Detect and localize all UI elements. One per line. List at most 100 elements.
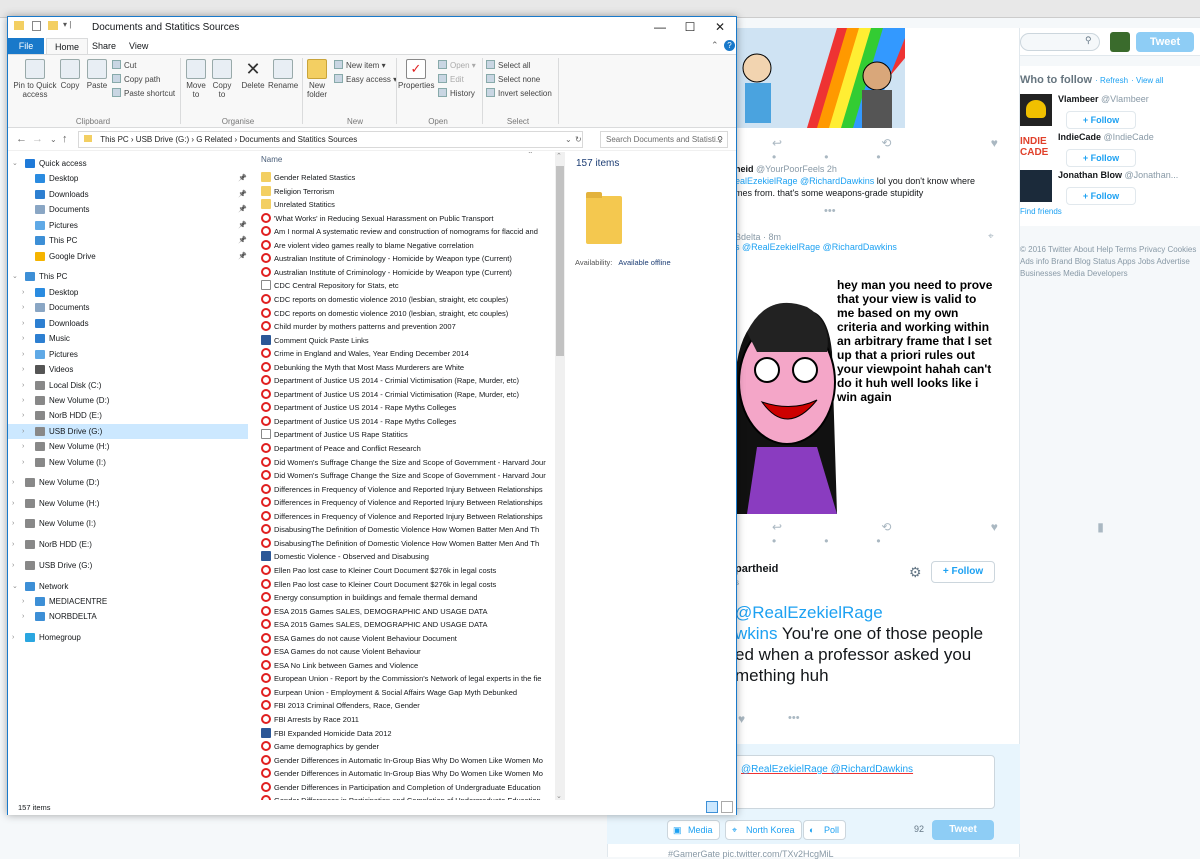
chevron-right-icon[interactable]: › bbox=[22, 316, 24, 331]
file-row[interactable]: ESA Games do not cause Violent Behaviour bbox=[261, 645, 551, 658]
new-folder-button[interactable]: New folder bbox=[306, 59, 328, 99]
nav-item[interactable]: › New Volume (I:) bbox=[8, 516, 248, 531]
pin-icon[interactable]: 📌 bbox=[238, 187, 247, 202]
nav-item[interactable]: Downloads 📌 bbox=[8, 187, 248, 202]
nav-item[interactable]: › New Volume (D:) bbox=[8, 475, 248, 490]
large-icons-view-icon[interactable] bbox=[721, 801, 733, 813]
tab-view[interactable]: View bbox=[121, 38, 156, 54]
nav-item[interactable]: ⌄ This PC bbox=[8, 269, 248, 284]
tweet-submit-button[interactable]: Tweet bbox=[932, 820, 994, 840]
file-row[interactable]: Department of Justice US Rape Statitics bbox=[261, 428, 551, 441]
nav-item[interactable]: › New Volume (H:) bbox=[8, 496, 248, 511]
more-icon[interactable]: ••• bbox=[788, 712, 800, 724]
file-row[interactable]: Unrelated Statitics bbox=[261, 198, 551, 211]
nav-item[interactable]: ⌄ Network bbox=[8, 579, 248, 594]
wtf-name[interactable]: Vlambeer @Vlambeer bbox=[1058, 94, 1198, 104]
file-row[interactable]: ESA 2015 Games SALES, DEMOGRAPHIC AND US… bbox=[261, 618, 551, 631]
chevron-right-icon[interactable]: › bbox=[22, 362, 24, 377]
chevron-right-icon[interactable]: › bbox=[22, 378, 24, 393]
copy-path-button[interactable]: Copy path bbox=[112, 74, 160, 85]
scroll-down-icon[interactable]: ⌄ bbox=[556, 792, 562, 800]
nav-item[interactable]: › New Volume (I:) bbox=[8, 455, 248, 470]
refresh-link[interactable]: · Refresh bbox=[1095, 76, 1128, 85]
file-row[interactable]: Comment Quick Paste Links bbox=[261, 334, 551, 347]
chevron-right-icon[interactable]: › bbox=[22, 393, 24, 408]
pin-icon[interactable]: 📌 bbox=[238, 233, 247, 248]
chevron-down-icon[interactable]: ⌄ bbox=[12, 579, 18, 594]
paste-shortcut-button[interactable]: Paste shortcut bbox=[112, 88, 175, 99]
file-row[interactable]: Differences in Frequency of Violence and… bbox=[261, 510, 551, 523]
reply-textbox[interactable]: @RealEzekielRage @RichardDawkins bbox=[720, 755, 995, 809]
tweet-mentions[interactable]: ealEzekielRage @RichardDawkins bbox=[735, 176, 874, 186]
find-friends-link[interactable]: Find friends bbox=[1020, 207, 1062, 216]
file-row[interactable]: Did Women's Suffrage Change the Size and… bbox=[261, 469, 551, 482]
scroll-up-icon[interactable]: ⌃ bbox=[556, 152, 562, 160]
nav-item[interactable]: › New Volume (D:) bbox=[8, 393, 248, 408]
file-row[interactable]: Domestic Violence - Observed and Disabus… bbox=[261, 550, 551, 563]
file-row[interactable]: Department of Justice US 2014 - Crimial … bbox=[261, 388, 551, 401]
nav-item[interactable]: › Pictures bbox=[8, 347, 248, 362]
tab-home[interactable]: Home bbox=[46, 38, 89, 54]
file-row[interactable]: Department of Justice US 2014 - Crimial … bbox=[261, 374, 551, 387]
file-row[interactable]: Department of Justice US 2014 - Rape Myt… bbox=[261, 401, 551, 414]
file-row[interactable]: Gender Differences in Automatic In-Group… bbox=[261, 754, 551, 767]
file-row[interactable]: 'What Works' in Reducing Sexual Harassme… bbox=[261, 212, 551, 225]
move-to-button[interactable]: Move to bbox=[184, 59, 208, 99]
invert-selection-button[interactable]: Invert selection bbox=[486, 88, 552, 99]
chevron-right-icon[interactable]: › bbox=[22, 594, 24, 609]
file-row[interactable]: Gender Related Stastics bbox=[261, 171, 551, 184]
chevron-right-icon[interactable]: › bbox=[22, 424, 24, 439]
pin-icon[interactable]: 📌 bbox=[238, 202, 247, 217]
pin-icon[interactable]: 📌 bbox=[238, 249, 247, 264]
nav-item[interactable]: › Music bbox=[8, 331, 248, 346]
file-row[interactable]: ESA No Link between Games and Violence bbox=[261, 659, 551, 672]
pin-quick-access-button[interactable]: Pin to Quick access bbox=[12, 59, 58, 99]
nav-item[interactable]: Documents 📌 bbox=[8, 202, 248, 217]
tweet-mentions[interactable]: s @RealEzekielRage @RichardDawkins bbox=[735, 242, 897, 252]
more-icon[interactable]: ••• bbox=[824, 205, 836, 217]
new-item-button[interactable]: New item ▾ bbox=[334, 60, 386, 71]
nav-item[interactable]: Pictures 📌 bbox=[8, 218, 248, 233]
paste-button[interactable]: Paste bbox=[84, 59, 110, 90]
new-folder-icon[interactable] bbox=[48, 21, 58, 30]
chevron-right-icon[interactable]: › bbox=[22, 439, 24, 454]
select-none-button[interactable]: Select none bbox=[486, 74, 540, 85]
pin-icon[interactable]: 📌 bbox=[238, 171, 247, 186]
file-row[interactable]: Debunking the Myth that Most Mass Murder… bbox=[261, 361, 551, 374]
file-list-scrollbar[interactable]: ⌃ ⌄ bbox=[555, 152, 565, 802]
chevron-down-icon[interactable]: ⌄ bbox=[12, 156, 18, 171]
location-button[interactable]: ⌖ North Korea bbox=[725, 820, 802, 840]
open-button[interactable]: Open ▾ bbox=[438, 60, 476, 71]
file-row[interactable]: ESA 2015 Games SALES, DEMOGRAPHIC AND US… bbox=[261, 605, 551, 618]
chevron-right-icon[interactable]: › bbox=[22, 300, 24, 315]
file-row[interactable]: FBI Expanded Homicide Data 2012 bbox=[261, 727, 551, 740]
scrollbar-thumb[interactable] bbox=[556, 166, 564, 356]
chevron-right-icon[interactable]: › bbox=[12, 537, 14, 552]
file-row[interactable]: European Union - Report by the Commissio… bbox=[261, 672, 551, 685]
heart-icon[interactable]: ♥ bbox=[738, 712, 745, 726]
file-row[interactable]: ESA Games do not cause Violent Behaviour… bbox=[261, 632, 551, 645]
file-row[interactable]: FBI Arrests by Race 2011 bbox=[261, 713, 551, 726]
pin-icon[interactable]: 📌 bbox=[238, 218, 247, 233]
file-row[interactable]: Am I normal A systematic review and cons… bbox=[261, 225, 551, 238]
refresh-icon[interactable]: ↻ bbox=[575, 132, 582, 147]
file-row[interactable]: Child murder by mothers patterns and pre… bbox=[261, 320, 551, 333]
chevron-right-icon[interactable]: › bbox=[22, 331, 24, 346]
chevron-right-icon[interactable]: › bbox=[22, 347, 24, 362]
recent-locations-icon[interactable]: ⌄ bbox=[50, 135, 57, 144]
nav-item[interactable]: › New Volume (H:) bbox=[8, 439, 248, 454]
avatar[interactable] bbox=[1020, 170, 1052, 202]
file-row[interactable]: Department of Peace and Conflict Researc… bbox=[261, 442, 551, 455]
file-row[interactable]: Ellen Pao lost case to Kleiner Court Doc… bbox=[261, 564, 551, 577]
nav-item[interactable]: › NorB HDD (E:) bbox=[8, 537, 248, 552]
wtf-name[interactable]: Jonathan Blow @Jonathan... bbox=[1058, 170, 1198, 180]
customize-toolbar-icon[interactable]: ▾ | bbox=[63, 20, 71, 29]
tab-share[interactable]: Share bbox=[84, 38, 124, 54]
chevron-right-icon[interactable]: › bbox=[12, 558, 14, 573]
rename-button[interactable]: Rename bbox=[268, 59, 298, 90]
nav-item[interactable]: ⌄ Quick access bbox=[8, 156, 248, 171]
file-row[interactable]: Australian Institute of Criminology - Ho… bbox=[261, 252, 551, 265]
chevron-right-icon[interactable]: › bbox=[22, 285, 24, 300]
file-row[interactable]: DisabusingThe Definition of Domestic Vio… bbox=[261, 523, 551, 536]
nav-item[interactable]: › NorB HDD (E:) bbox=[8, 408, 248, 423]
